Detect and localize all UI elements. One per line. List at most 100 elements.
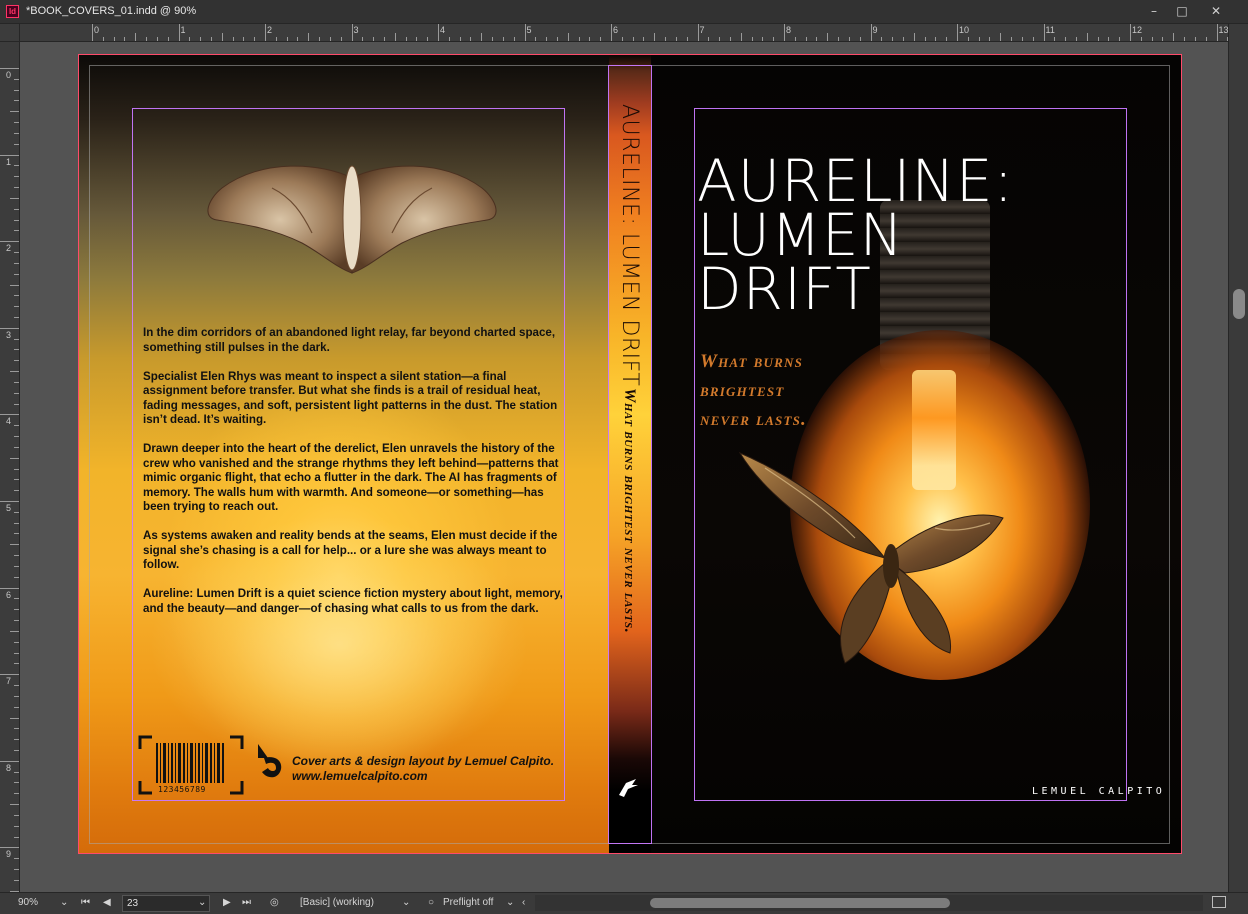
- last-page-button[interactable]: ⏭: [242, 897, 251, 908]
- moth-image-front[interactable]: [735, 448, 1005, 668]
- ruler-minor-tick: [1140, 37, 1142, 41]
- ruler-minor-tick: [1097, 37, 1099, 41]
- ruler-minor-tick: [340, 37, 342, 41]
- front-cover-title[interactable]: AURELINE: LUMEN DRIFT: [697, 152, 1014, 318]
- next-page-button[interactable]: ▶: [223, 897, 231, 908]
- ruler-minor-tick: [14, 652, 19, 654]
- ruler-label: 8: [6, 762, 12, 773]
- ruler-label: 0: [94, 25, 100, 35]
- ruler-minor-tick: [1162, 37, 1164, 41]
- ruler-minor-tick: [589, 37, 591, 41]
- spine-tagline[interactable]: What burns brightest never lasts.: [620, 388, 638, 633]
- blurb-paragraph: Aureline: Lumen Drift is a quiet science…: [143, 587, 563, 615]
- ruler-minor-tick: [14, 446, 19, 448]
- ruler-minor-tick: [10, 111, 19, 113]
- ruler-minor-tick: [10, 457, 19, 459]
- ruler-label: 3: [353, 25, 359, 35]
- vertical-scroll-thumb[interactable]: [1233, 289, 1245, 319]
- preflight-dropdown-icon[interactable]: ⌄: [506, 897, 514, 908]
- ruler-minor-tick: [373, 37, 375, 41]
- page-number-field[interactable]: 23: [122, 895, 210, 912]
- ruler-minor-tick: [405, 37, 407, 41]
- ruler-minor-tick: [14, 620, 19, 622]
- ruler-origin[interactable]: [0, 24, 20, 42]
- previous-page-button[interactable]: ◀: [103, 897, 111, 908]
- ruler-minor-tick: [14, 425, 19, 427]
- ruler-minor-tick: [827, 33, 829, 41]
- ruler-label: 4: [6, 416, 12, 427]
- ruler-minor-tick: [838, 37, 840, 41]
- ruler-minor-tick: [14, 858, 19, 860]
- back-cover-blurb[interactable]: In the dim corridors of an abandoned lig…: [143, 326, 563, 631]
- ruler-minor-tick: [14, 143, 19, 145]
- ruler-tick: [0, 154, 19, 156]
- credit-line: Cover arts & design layout by Lemuel Cal…: [292, 754, 555, 768]
- ruler-label: 5: [526, 25, 532, 35]
- vertical-scrollbar[interactable]: [1228, 24, 1248, 892]
- close-button[interactable]: ✕: [1200, 0, 1232, 24]
- preflight-status-icon[interactable]: ○: [428, 897, 434, 908]
- zoom-dropdown-icon[interactable]: ⌄: [60, 897, 68, 908]
- ruler-minor-tick: [156, 37, 158, 41]
- horizontal-scrollbar[interactable]: [535, 895, 1203, 911]
- ruler-minor-tick: [14, 436, 19, 438]
- scroll-left-icon[interactable]: ‹: [522, 897, 525, 908]
- ruler-minor-tick: [362, 37, 364, 41]
- preflight-status[interactable]: Preflight off: [443, 897, 493, 908]
- ruler-label: 11: [1045, 25, 1055, 35]
- ruler-minor-tick: [1151, 37, 1153, 41]
- tagline-line: never lasts.: [700, 409, 807, 430]
- ruler-tick: [784, 24, 785, 41]
- ruler-minor-tick: [935, 37, 937, 41]
- spine-title[interactable]: AURELINE: LUMEN DRIFT: [617, 104, 642, 386]
- ruler-minor-tick: [14, 392, 19, 394]
- document-title: *BOOK_COVERS_01.indd @ 90%: [26, 5, 197, 17]
- page-dropdown-icon[interactable]: ⌄: [198, 897, 206, 908]
- ruler-minor-tick: [286, 37, 288, 41]
- front-cover-author[interactable]: LEMUEL CALPITO: [1032, 786, 1165, 797]
- ruler-minor-tick: [14, 230, 19, 232]
- ruler-minor-tick: [14, 782, 19, 784]
- ruler-minor-tick: [848, 37, 850, 41]
- horizontal-scroll-thumb[interactable]: [650, 898, 950, 908]
- ruler-minor-tick: [14, 706, 19, 708]
- publisher-logo-icon[interactable]: [616, 775, 642, 801]
- ruler-minor-tick: [1032, 37, 1034, 41]
- ruler-minor-tick: [14, 468, 19, 470]
- ruler-minor-tick: [394, 33, 396, 41]
- ruler-minor-tick: [654, 33, 656, 41]
- ruler-label: 1: [180, 25, 186, 35]
- ruler-minor-tick: [881, 37, 883, 41]
- moth-image-back[interactable]: [202, 158, 502, 288]
- horizontal-ruler[interactable]: 0 1 2 3 4 5 6 7 8 9 10 11 12 13: [20, 24, 1228, 42]
- working-style-label[interactable]: [Basic] (working): [300, 897, 374, 908]
- design-credit[interactable]: Cover arts & design layout by Lemuel Cal…: [292, 754, 554, 784]
- ruler-tick: [0, 847, 19, 849]
- open-file-icon[interactable]: ◎: [270, 897, 279, 908]
- ruler-label: 13: [1218, 25, 1229, 35]
- ruler-minor-tick: [14, 793, 19, 795]
- ruler-minor-tick: [578, 37, 580, 41]
- ruler-minor-tick: [14, 273, 19, 275]
- ruler-minor-tick: [329, 37, 331, 41]
- ruler-minor-tick: [751, 37, 753, 41]
- vertical-ruler[interactable]: 0 1 2 3 4 5 6 7 8 9: [0, 42, 20, 892]
- maximize-button[interactable]: □: [1166, 0, 1198, 24]
- zoom-level[interactable]: 90%: [18, 897, 38, 908]
- ruler-minor-tick: [14, 728, 19, 730]
- front-cover-tagline[interactable]: What burns brightest never lasts.: [700, 347, 807, 434]
- ruler-label: 6: [613, 25, 619, 35]
- ruler-minor-tick: [14, 576, 19, 578]
- style-dropdown-icon[interactable]: ⌄: [402, 897, 410, 908]
- ruler-minor-tick: [14, 869, 19, 871]
- first-page-button[interactable]: ⏮: [81, 897, 90, 908]
- ruler-label: 1: [6, 156, 12, 167]
- ruler-tick: [1216, 24, 1218, 41]
- ruler-minor-tick: [481, 33, 483, 41]
- designer-logo-icon[interactable]: [254, 742, 286, 782]
- split-view-icon[interactable]: [1212, 896, 1226, 908]
- ruler-minor-tick: [14, 176, 19, 178]
- ruler-minor-tick: [254, 37, 256, 41]
- ruler-minor-tick: [14, 565, 19, 567]
- ruler-minor-tick: [383, 37, 385, 41]
